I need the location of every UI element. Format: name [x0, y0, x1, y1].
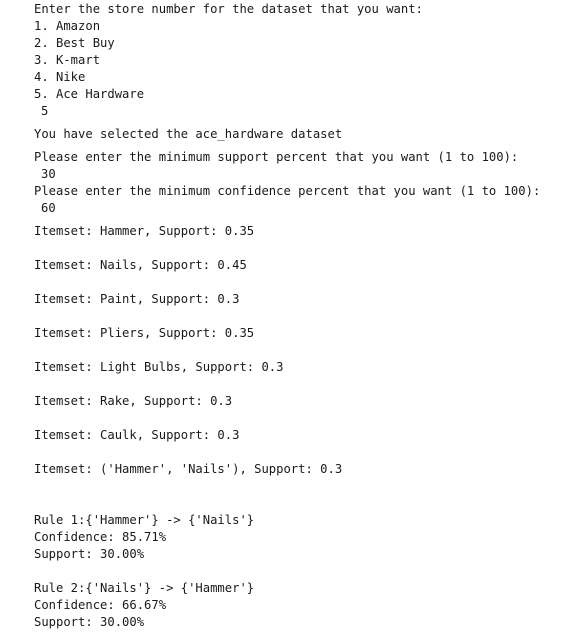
itemset-line: Itemset: Light Bulbs, Support: 0.3 — [34, 360, 284, 374]
store-option: 4. Nike — [34, 70, 86, 84]
store-input-value: 5 — [41, 104, 49, 118]
terminal-output: Enter the store number for the dataset t… — [0, 0, 579, 634]
store-option: 3. K-mart — [34, 53, 101, 67]
confidence-input-value: 60 — [41, 201, 56, 215]
selected-dataset-message: You have selected the ace_hardware datas… — [34, 127, 343, 141]
support-prompt: Please enter the minimum support percent… — [34, 150, 519, 164]
store-option: 2. Best Buy — [34, 36, 115, 50]
rule-line: Rule 1:{'Hammer'} -> {'Nails'} — [34, 513, 255, 527]
rule-confidence: Confidence: 66.67% — [34, 598, 167, 612]
rule-support: Support: 30.00% — [34, 547, 145, 561]
rule-confidence: Confidence: 85.71% — [34, 530, 167, 544]
store-option: 1. Amazon — [34, 19, 101, 33]
itemset-line: Itemset: Hammer, Support: 0.35 — [34, 224, 255, 238]
itemset-line: Itemset: Caulk, Support: 0.3 — [34, 428, 240, 442]
itemset-line: Itemset: ('Hammer', 'Nails'), Support: 0… — [34, 462, 343, 476]
rule-support: Support: 30.00% — [34, 615, 145, 629]
rule-line: Rule 2:{'Nails'} -> {'Hammer'} — [34, 581, 255, 595]
store-prompt: Enter the store number for the dataset t… — [34, 2, 423, 16]
itemset-line: Itemset: Rake, Support: 0.3 — [34, 394, 233, 408]
itemset-line: Itemset: Nails, Support: 0.45 — [34, 258, 247, 272]
itemset-line: Itemset: Paint, Support: 0.3 — [34, 292, 240, 306]
store-option: 5. Ace Hardware — [34, 87, 145, 101]
support-input-value: 30 — [41, 167, 56, 181]
confidence-prompt: Please enter the minimum confidence perc… — [34, 184, 541, 198]
itemset-line: Itemset: Pliers, Support: 0.35 — [34, 326, 255, 340]
